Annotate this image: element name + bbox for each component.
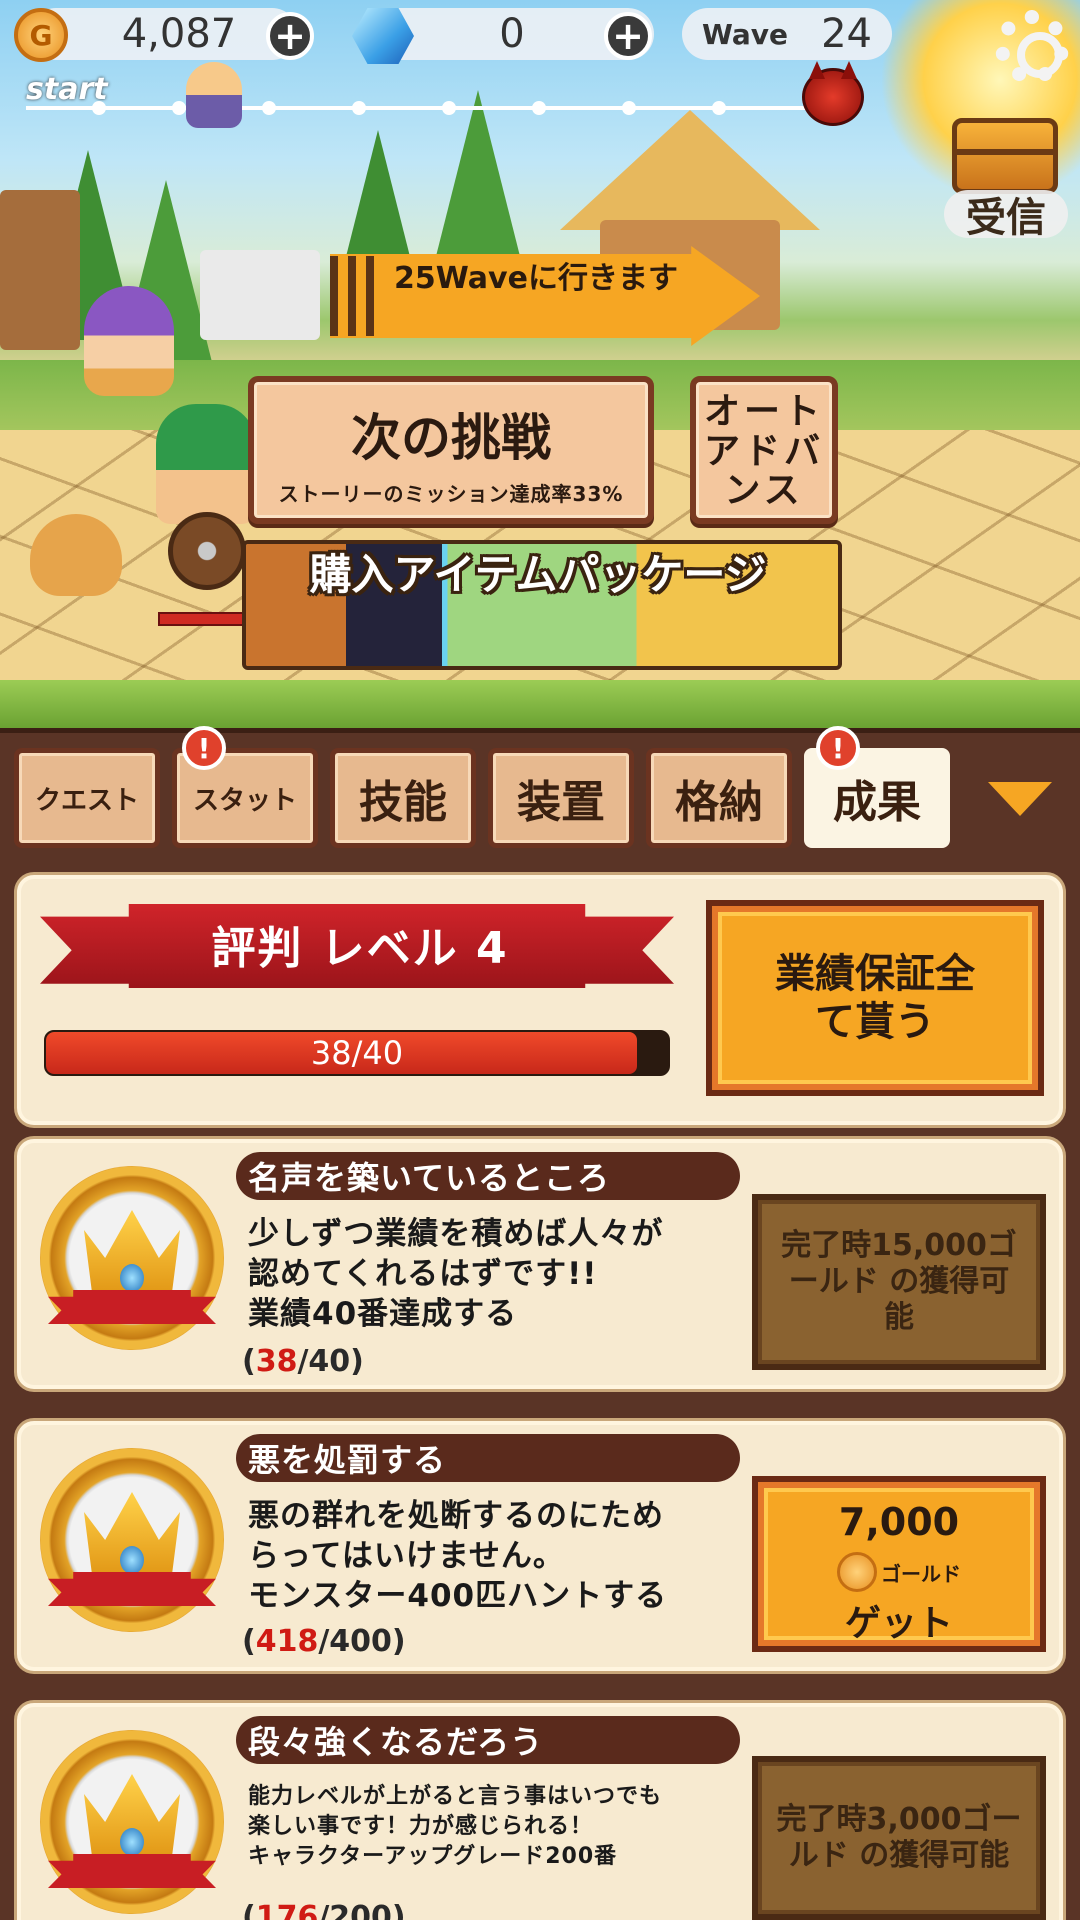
achievement-description: 悪の群れを処断するのにため らってはいけません。 モンスター400匹ハントする bbox=[248, 1498, 668, 1614]
gem-amount: 0 bbox=[499, 11, 525, 57]
tab-storage[interactable]: 格納 bbox=[646, 748, 792, 848]
reward-amount: 7,000 bbox=[838, 1500, 960, 1544]
cat-monster bbox=[30, 514, 122, 596]
arrow-stripes bbox=[330, 256, 374, 336]
app-root: 4,087 G + 0 + Wave 24 start 受信 25Waveに行き… bbox=[0, 0, 1080, 1920]
notification-badge: ! bbox=[182, 726, 226, 770]
reward-unit: ゴールド bbox=[881, 1561, 961, 1586]
house bbox=[200, 250, 320, 340]
next-challenge-button[interactable]: 次の挑戦 ストーリーのミッション達成率33% bbox=[248, 376, 654, 524]
add-gold-button[interactable]: + bbox=[266, 12, 314, 60]
gold-coin-icon: G bbox=[14, 8, 68, 62]
item-package-label: 購入アイテムパッケージ bbox=[309, 550, 767, 599]
crown-medal-icon bbox=[40, 1730, 224, 1914]
mission-rate-text: ストーリーのミッション達成率33% bbox=[278, 482, 624, 506]
crown-medal-icon bbox=[40, 1448, 224, 1632]
hero-character bbox=[156, 404, 256, 524]
claim-label: ゲット bbox=[844, 1603, 953, 1644]
gold-counter: 4,087 bbox=[30, 8, 298, 60]
progress-dot bbox=[92, 101, 106, 115]
next-wave-label: 25Waveに行きます bbox=[394, 261, 678, 296]
achievement-description: 能力レベルが上がると言う事はいつでも 楽しい事です！力が感じられる！ キャラクタ… bbox=[248, 1784, 663, 1869]
achievement-progress: (176/200) bbox=[242, 1900, 406, 1920]
reward-locked-button[interactable]: 完了時3,000ゴールド の獲得可能 bbox=[752, 1756, 1046, 1920]
tree-icon bbox=[430, 90, 526, 280]
player-position-icon bbox=[186, 62, 242, 128]
reputation-progress-text: 38/40 bbox=[310, 1034, 404, 1072]
shield-icon bbox=[168, 512, 246, 590]
progress-dot bbox=[262, 101, 276, 115]
wave-counter: Wave 24 bbox=[682, 8, 892, 60]
hut-roof bbox=[560, 110, 820, 230]
claim-reward-button[interactable]: 7,000 ゴールド ゲット bbox=[752, 1476, 1046, 1652]
achievement-title: 悪を処罰する bbox=[236, 1434, 740, 1482]
fairy-character bbox=[84, 286, 174, 396]
hut bbox=[0, 190, 80, 350]
achievement-title: 段々強くなるだろう bbox=[236, 1716, 740, 1764]
boss-demon-icon bbox=[802, 61, 864, 126]
gold-amount: 4,087 bbox=[121, 11, 237, 57]
auto-advance-button[interactable]: オートアドバンス bbox=[690, 376, 838, 524]
chevron-down-icon[interactable] bbox=[988, 782, 1052, 816]
settings-gear-icon[interactable] bbox=[995, 10, 1069, 84]
notification-badge: ! bbox=[816, 726, 860, 770]
tab-quest[interactable]: クエスト bbox=[14, 748, 160, 848]
receive-button[interactable]: 受信 bbox=[944, 190, 1068, 241]
next-challenge-title: 次の挑戦 bbox=[351, 409, 551, 467]
achievement-progress: (418/400) bbox=[242, 1624, 406, 1659]
progress-dot bbox=[622, 101, 636, 115]
tab-equipment[interactable]: 装置 bbox=[488, 748, 634, 848]
crown-medal-icon bbox=[40, 1166, 224, 1350]
progress-dot bbox=[442, 101, 456, 115]
tab-skills[interactable]: 技能 bbox=[330, 748, 476, 848]
wave-label: Wave bbox=[702, 17, 789, 51]
add-gems-button[interactable]: + bbox=[604, 12, 652, 60]
progress-dot bbox=[352, 101, 366, 115]
wave-progress-track bbox=[26, 106, 826, 110]
achievement-progress: (38/40) bbox=[242, 1344, 364, 1379]
treasure-chest-icon[interactable] bbox=[952, 118, 1058, 194]
collect-all-button[interactable]: 業績保証全て貰う bbox=[706, 900, 1044, 1096]
grass bbox=[0, 680, 1080, 728]
achievement-title: 名声を築いているところ bbox=[236, 1152, 740, 1200]
reward-locked-button[interactable]: 完了時15,000ゴールド の獲得可能 bbox=[752, 1194, 1046, 1370]
achievement-description: 少しずつ業績を積めば人々が 認めてくれるはずです!! 業績40番達成する bbox=[248, 1216, 664, 1332]
progress-dot bbox=[712, 101, 726, 115]
wave-number: 24 bbox=[821, 11, 872, 57]
progress-dot bbox=[172, 101, 186, 115]
hero-hp-bar bbox=[158, 612, 250, 626]
gold-coin-icon bbox=[837, 1552, 877, 1592]
reputation-level: 評判 レベル 4 bbox=[211, 923, 509, 974]
progress-dot bbox=[532, 101, 546, 115]
